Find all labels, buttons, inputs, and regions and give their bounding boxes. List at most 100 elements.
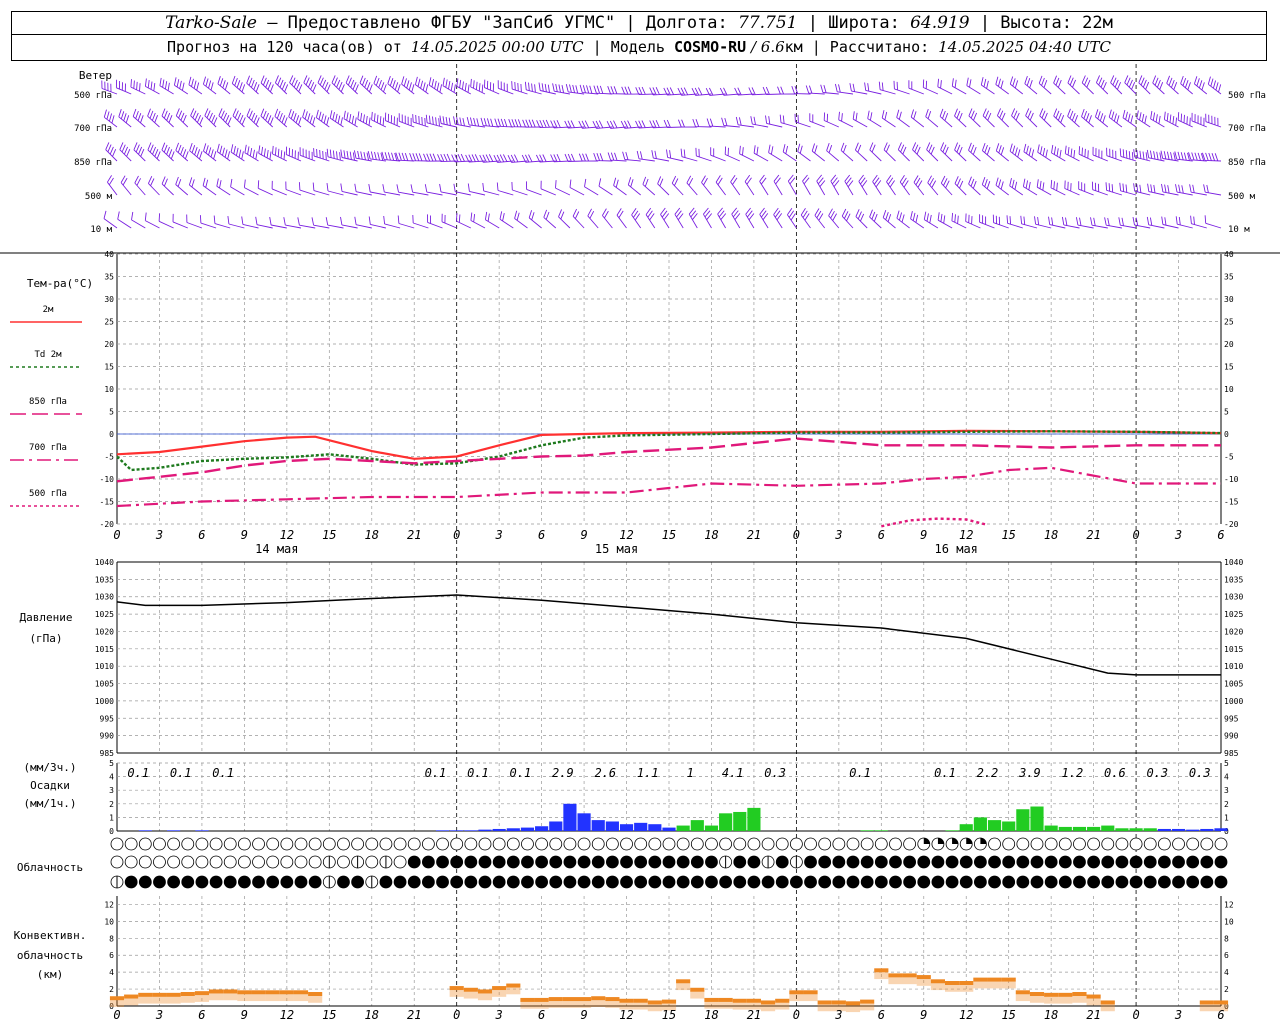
pressure-ytick-left: 985 (100, 749, 115, 758)
wind-barb (968, 142, 981, 162)
temp-legend-label: 850 гПа (29, 397, 67, 407)
cloud-cover-symbol (591, 837, 605, 851)
wind-barb (937, 212, 953, 229)
wind-barb (631, 208, 642, 229)
convective-bar (166, 992, 181, 997)
wind-barb (1201, 152, 1222, 162)
temp-ytick-right: 5 (1224, 408, 1229, 417)
convective-bar (265, 990, 280, 995)
precip-bar (492, 828, 506, 831)
cloud-cover-symbol (1016, 875, 1030, 889)
wind-barb (329, 110, 344, 128)
wind-barb (940, 142, 953, 162)
convective-bar (520, 997, 535, 1002)
wind-barb (828, 208, 840, 229)
wind-level-label-left: 850 гПа (74, 158, 112, 168)
pressure-ytick-left: 1005 (95, 680, 114, 689)
cloud-cover-symbol (209, 875, 223, 889)
cloud-cover-symbol (252, 855, 265, 869)
convective-bar-shade (690, 991, 705, 999)
wind-barb (285, 146, 302, 162)
wind-barb (203, 143, 217, 162)
precip-3h-total: 0.1 (127, 766, 149, 780)
convective-bar (534, 997, 549, 1002)
cloud-cover-symbol (521, 837, 534, 851)
wind-barb (132, 108, 146, 128)
cloud-cover-symbol (577, 855, 591, 869)
cloud-cover-symbol (1186, 855, 1200, 869)
wind-barb (260, 75, 274, 95)
pressure-ytick-right: 1040 (1224, 558, 1243, 567)
precip-bar (860, 830, 874, 831)
wind-barb (992, 214, 1009, 229)
wind-barb (1037, 144, 1052, 162)
convective-bar-shade (732, 1002, 747, 1010)
wind-barb (864, 82, 882, 95)
precip-bar (535, 826, 549, 831)
cloud-cover-symbol (747, 875, 761, 889)
wind-barb (1193, 76, 1208, 95)
convective-bar (661, 999, 677, 1004)
convective-bar-shade (449, 990, 464, 997)
wind-barb (768, 144, 783, 162)
wind-barb (199, 215, 217, 229)
cloud-cover-symbol (577, 837, 591, 851)
wind-barb (809, 113, 825, 128)
wind-barb (912, 142, 925, 162)
convective-xtick: 21 (747, 1008, 761, 1022)
cloud-cover-symbol (1143, 875, 1157, 889)
cloud-cover-mark (923, 838, 930, 844)
convective-bar (279, 990, 294, 995)
pressure-ytick-right: 990 (1224, 732, 1239, 741)
precip-bar (577, 813, 591, 831)
cloud-cover-symbol (917, 875, 931, 889)
temp-ytick-left: -15 (100, 498, 115, 507)
cloud-cover-symbol (1214, 837, 1228, 851)
cloud-cover-symbol (521, 855, 534, 869)
temp-ytick-left: 35 (104, 273, 114, 282)
cloud-cover-symbol (506, 855, 520, 869)
cloud-cover-symbol (223, 875, 237, 889)
cloud-cover-symbol (690, 837, 704, 851)
cloud-cover-symbol (634, 875, 648, 889)
convective-xtick: 3 (495, 1008, 503, 1022)
wind-barb (1078, 181, 1094, 196)
temp-xtick: 18 (1044, 528, 1058, 542)
convective-xtick: 6 (1217, 1008, 1224, 1022)
precip-bar (987, 820, 1002, 831)
pressure-ytick-left: 1000 (95, 697, 114, 706)
wind-barb (995, 143, 1009, 162)
precip-3h-total: 0.1 (849, 766, 871, 780)
cloud-cover-symbol (393, 855, 407, 869)
cloud-cover-symbol (988, 875, 1001, 889)
convective-bar (945, 981, 960, 985)
cloud-cover-symbol (563, 855, 577, 869)
cloud-cover-symbol (393, 837, 407, 851)
pressure-ytick-left: 990 (100, 732, 115, 741)
pressure-ytick-right: 1035 (1224, 575, 1243, 584)
convective-bar-shade (279, 994, 294, 1002)
cloud-cover-symbol (1115, 837, 1129, 851)
wind-barb (923, 211, 939, 229)
cloud-cover-symbol (450, 875, 464, 889)
wind-barb (202, 76, 217, 95)
wind-barb (680, 148, 698, 162)
cloud-cover-symbol (1200, 855, 1214, 869)
precip-bar (450, 830, 464, 831)
convective-xtick: 12 (959, 1008, 973, 1022)
convective-title: Конвективн. (14, 929, 87, 942)
wind-barb (470, 212, 486, 229)
wind-barb (543, 209, 557, 229)
wind-barb (528, 210, 542, 229)
wind-barb (616, 208, 627, 229)
wind-barb (1175, 216, 1193, 229)
convective-bar-shade (548, 1001, 563, 1008)
precip-3h-total: 0.1 (467, 766, 489, 780)
wind-barb (872, 174, 882, 196)
wind-barb (724, 146, 740, 162)
pressure-ytick-right: 1030 (1224, 593, 1243, 602)
wind-barb (260, 108, 274, 128)
wind-barb (1108, 109, 1123, 128)
wind-barb (922, 79, 939, 95)
cloud-cover-symbol (761, 837, 775, 851)
